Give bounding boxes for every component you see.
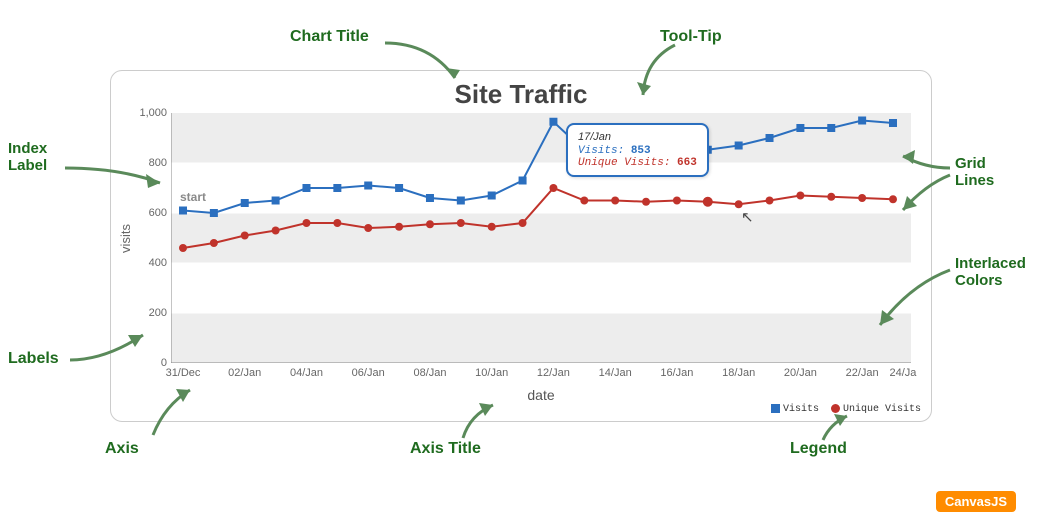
arrow-icon (895, 170, 955, 220)
square-marker-icon (771, 404, 780, 413)
chart-card: Site Traffic visits 0 200 400 600 800 1,… (110, 70, 932, 422)
callout-labels: Labels (8, 350, 59, 368)
x-axis-tick-labels: 31/Dec 02/Jan 04/Jan 06/Jan 08/Jan 10/Ja… (171, 367, 911, 385)
chart-title: Site Traffic (111, 79, 931, 110)
index-label: start (180, 190, 206, 204)
x-axis-title: date (171, 387, 911, 403)
callout-interlaced: Interlaced Colors (955, 255, 1026, 289)
brand-logo: CanvasJS (936, 491, 1016, 512)
callout-axis: Axis (105, 440, 139, 458)
plot-area[interactable]: start 17/Jan Visits: 853 Unique Visits: … (171, 113, 911, 363)
callout-axis-title: Axis Title (410, 440, 481, 458)
tooltip-date: 17/Jan (578, 131, 697, 143)
legend-item-visits[interactable]: Visits (771, 404, 819, 415)
plot-svg (171, 113, 911, 363)
arrow-icon (65, 325, 155, 375)
interlaced-band (171, 313, 911, 363)
callout-chart-title: Chart Title (290, 28, 369, 46)
arrow-icon (815, 412, 855, 444)
callout-grid-lines: Grid Lines (955, 155, 994, 189)
arrow-icon (870, 255, 955, 335)
arrow-icon (380, 38, 470, 88)
interlaced-band (171, 113, 911, 163)
arrow-icon (635, 40, 695, 110)
tooltip: 17/Jan Visits: 853 Unique Visits: 663 (566, 123, 709, 177)
arrow-icon (145, 385, 205, 440)
arrow-icon (455, 400, 505, 442)
arrow-icon (60, 158, 170, 198)
interlaced-band (171, 213, 911, 263)
callout-index-label: Index Label (8, 140, 47, 174)
